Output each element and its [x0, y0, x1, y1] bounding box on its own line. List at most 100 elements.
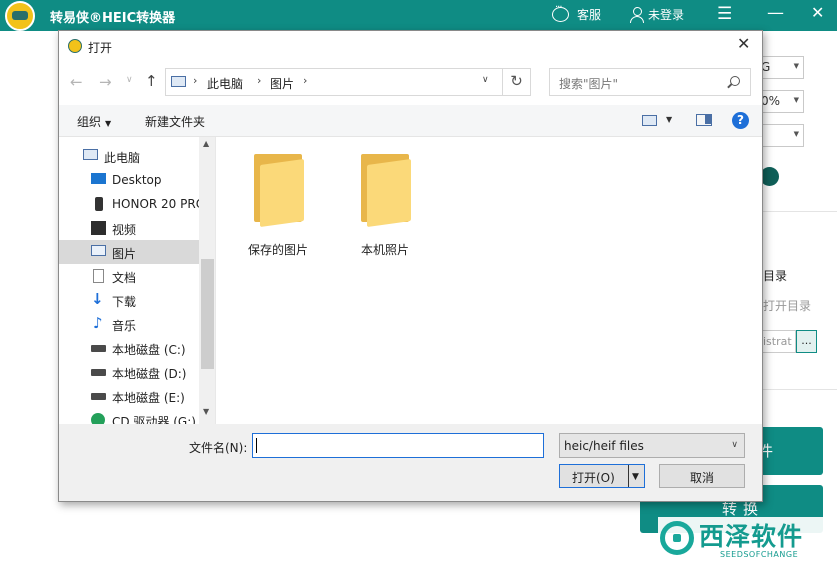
breadcrumb-separator[interactable]: › [257, 74, 261, 87]
new-folder-button[interactable]: 新建文件夹 [145, 113, 205, 130]
folder-icon [254, 154, 304, 228]
pictures-icon [91, 245, 106, 256]
scroll-up-icon[interactable]: ▲ [203, 139, 209, 148]
login-button[interactable]: 未登录 [630, 6, 684, 23]
nav-item-downloads[interactable]: ↓ 下载 [59, 288, 199, 312]
preview-pane-icon[interactable] [696, 114, 712, 126]
music-icon: ♪ [93, 314, 103, 332]
watermark: 西泽软件 SEEDSOFCHANGE [658, 517, 836, 561]
search-input[interactable]: 搜索"图片" [549, 68, 751, 96]
format-select[interactable]: G ▼ [757, 56, 804, 79]
folder-label: 保存的图片 [247, 243, 308, 257]
cancel-button[interactable]: 取消 [659, 464, 745, 488]
nav-item-videos[interactable]: 视频 [59, 216, 199, 240]
dialog-titlebar[interactable]: 打开 ✕ [59, 31, 762, 61]
size-select[interactable]: ▼ [757, 124, 804, 147]
chevron-down-icon: ▼ [793, 62, 799, 70]
nav-item-label: 本地磁盘 (C:) [112, 343, 186, 357]
watermark-text: 西泽软件 [699, 522, 804, 551]
filename-input[interactable]: ∨ [252, 433, 733, 458]
nav-item-label: 本地磁盘 (E:) [112, 391, 185, 405]
app-logo [5, 1, 35, 31]
open-file-dialog: 打开 ✕ ← → ∨ ↑ › 此电脑 › 图片 › ∨ ↻ 搜索"图片" 组织 ▼… [58, 30, 763, 502]
nav-pane-scrollbar[interactable]: ▲ ▼ [199, 137, 215, 424]
nav-item-disk-e[interactable]: 本地磁盘 (E:) [59, 384, 199, 408]
caret-down-icon: ▼ [105, 119, 112, 128]
nav-item-label: Desktop [112, 173, 162, 187]
login-label: 未登录 [648, 8, 685, 22]
nav-item-disk-d[interactable]: 本地磁盘 (D:) [59, 360, 199, 384]
minimize-icon[interactable]: — [767, 3, 784, 23]
dialog-title: 打开 [88, 41, 113, 55]
close-icon[interactable]: ✕ [737, 34, 750, 53]
watermark-subtext: SEEDSOFCHANGE [720, 550, 799, 559]
nav-item-label: 图片 [112, 247, 137, 261]
open-label: 打开(O) [572, 471, 615, 485]
nav-item-label: HONOR 20 PRO [112, 197, 206, 211]
breadcrumb-pictures[interactable]: 图片 [270, 75, 294, 92]
chat-icon [552, 2, 569, 22]
computer-icon [171, 76, 186, 87]
chevron-down-icon[interactable]: ∨ [482, 75, 489, 85]
nav-item-pictures[interactable]: 图片 [59, 240, 199, 264]
folder-icon [361, 154, 411, 228]
open-options-arrow-icon[interactable]: ▼ [632, 472, 639, 482]
chevron-down-icon: ▼ [793, 96, 799, 104]
disk-icon [91, 369, 106, 376]
nav-item-label: 下载 [112, 295, 137, 309]
nav-item-desktop[interactable]: Desktop [59, 168, 199, 192]
chevron-down-icon: ∨ [731, 440, 738, 450]
cd-drive-icon [91, 413, 105, 424]
option-same-dir[interactable]: 目录 [763, 267, 787, 284]
output-path-input[interactable]: istrat [760, 330, 796, 353]
service-button[interactable]: 客服 [552, 2, 602, 23]
breadcrumb-this-pc[interactable]: 此电脑 [207, 75, 243, 92]
video-icon [91, 221, 106, 235]
nav-item-label: 视频 [112, 223, 137, 237]
nav-item-label: CD 驱动器 (G:) [112, 415, 196, 424]
document-icon [93, 269, 104, 283]
download-icon: ↓ [91, 290, 104, 308]
nav-item-phone[interactable]: HONOR 20 PRO [59, 192, 205, 216]
forward-arrow-icon[interactable]: → [99, 73, 112, 91]
app-close-icon[interactable]: ✕ [811, 3, 824, 22]
nav-item-disk-c[interactable]: 本地磁盘 (C:) [59, 336, 199, 360]
computer-icon [83, 149, 98, 160]
breadcrumb-separator[interactable]: › [303, 74, 307, 87]
divider [763, 211, 837, 212]
nav-item-cd-drive[interactable]: CD 驱动器 (G:) [59, 408, 199, 424]
phone-icon [95, 197, 103, 211]
browse-button[interactable]: ... [796, 330, 817, 353]
nav-item-label: 文档 [112, 271, 137, 285]
scrollbar-thumb[interactable] [201, 259, 214, 369]
filetype-value: heic/heif files [564, 439, 644, 453]
help-icon[interactable]: ? [732, 112, 749, 129]
refresh-icon[interactable]: ↻ [503, 68, 531, 96]
nav-item-documents[interactable]: 文档 [59, 264, 199, 288]
nav-item-music[interactable]: ♪ 音乐 [59, 312, 199, 336]
recent-locations-icon[interactable]: ∨ [126, 75, 133, 85]
navigation-bar: ← → ∨ ↑ › 此电脑 › 图片 › ∨ ↻ 搜索"图片" [59, 61, 762, 105]
disk-icon [91, 393, 106, 400]
nav-item-this-pc[interactable]: 此电脑 [59, 144, 199, 168]
app-header: 转易侠®HEIC转换器 客服 未登录 ☰ — ✕ [0, 0, 837, 31]
scroll-down-icon[interactable]: ▼ [203, 407, 209, 416]
open-button[interactable]: 打开(O) ▼ [559, 464, 645, 488]
address-bar[interactable]: › 此电脑 › 图片 › ∨ [165, 68, 503, 96]
option-open-dir[interactable]: 打开目录 [763, 297, 811, 314]
view-options-arrow-icon[interactable]: ▼ [666, 115, 672, 124]
dialog-toolbar: 组织 ▼ 新建文件夹 ▼ ? [59, 105, 762, 137]
back-arrow-icon[interactable]: ← [70, 73, 83, 91]
watermark-logo-icon [660, 521, 694, 555]
search-placeholder: 搜索"图片" [559, 77, 619, 91]
up-arrow-icon[interactable]: ↑ [145, 72, 158, 90]
filetype-select[interactable]: heic/heif files ∨ [559, 433, 745, 458]
text-caret [256, 438, 257, 453]
service-label: 客服 [577, 8, 602, 22]
menu-icon[interactable]: ☰ [717, 4, 732, 24]
desktop-icon [91, 173, 106, 184]
breadcrumb-separator[interactable]: › [193, 74, 197, 87]
view-mode-icon[interactable] [642, 115, 657, 126]
organize-button[interactable]: 组织 ▼ [77, 113, 111, 130]
quality-select[interactable]: 0% ▼ [757, 90, 804, 113]
